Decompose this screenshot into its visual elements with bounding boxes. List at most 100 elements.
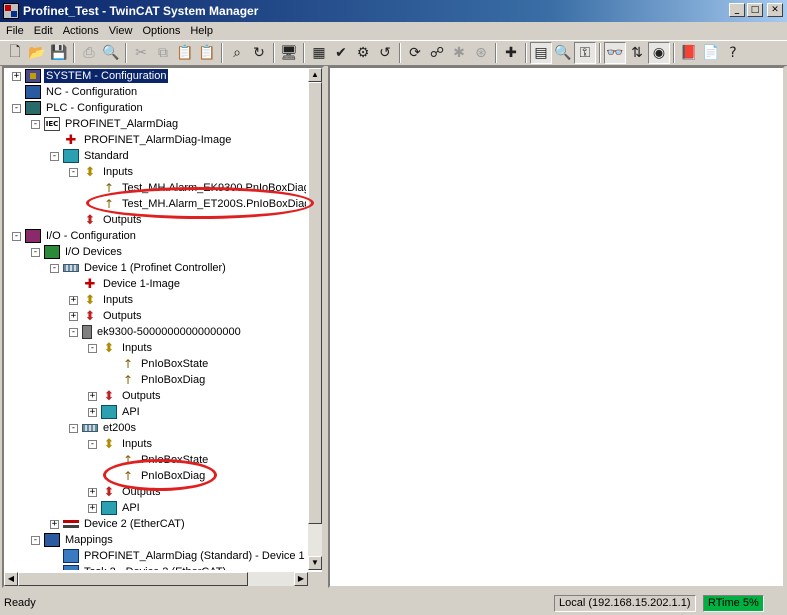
inputs-icon: ⬍ xyxy=(84,164,96,180)
tree-vertical-scrollbar[interactable]: ▲ ▼ xyxy=(308,68,322,570)
tree-item[interactable]: + ⬍ Inputs xyxy=(69,292,135,308)
menu-edit[interactable]: Edit xyxy=(29,25,58,37)
collapse-icon[interactable]: - xyxy=(12,103,21,113)
menu-help[interactable]: Help xyxy=(185,25,218,37)
status-bar: Ready Local (192.168.15.202.1.1) RTime 5… xyxy=(0,592,787,615)
collapse-icon[interactable]: - xyxy=(50,151,59,161)
horizontal-scroll-thumb[interactable] xyxy=(18,572,248,586)
menu-file[interactable]: File xyxy=(0,25,29,37)
docs-icon[interactable]: 📄 xyxy=(700,42,722,64)
copy-icon[interactable]: ⧉ xyxy=(152,42,174,64)
activate-configuration-icon[interactable]: ⚙ xyxy=(352,42,374,64)
collapse-icon[interactable]: - xyxy=(88,343,97,353)
check-configuration-icon[interactable]: ✔ xyxy=(330,42,352,64)
scroll-down-button[interactable]: ▼ xyxy=(308,556,322,570)
tree-item[interactable]: - Mappings xyxy=(31,532,115,548)
tree-item[interactable]: Task 2 - Device 2 (EtherCAT) xyxy=(50,564,228,570)
collapse-icon[interactable]: - xyxy=(69,327,78,337)
online-view-icon[interactable]: 👓 xyxy=(604,42,626,64)
find-next-icon[interactable]: ↻ xyxy=(248,42,270,64)
scroll-left-button[interactable]: ◀ xyxy=(4,572,18,586)
tree-item[interactable]: - Device 1 (Profinet Controller) xyxy=(50,260,228,276)
tree-item[interactable]: + SYSTEM - Configuration xyxy=(12,68,169,84)
expand-icon[interactable]: + xyxy=(88,503,97,513)
paste-special-icon[interactable]: 📋 xyxy=(196,42,218,64)
expand-icon[interactable]: + xyxy=(69,295,78,305)
expand-icon[interactable]: + xyxy=(50,519,59,529)
generate-mappings-icon[interactable]: ▦ xyxy=(308,42,330,64)
zoom-icon[interactable]: 🔍 xyxy=(552,42,574,64)
menu-actions[interactable]: Actions xyxy=(58,25,104,37)
detail-pane[interactable] xyxy=(328,66,785,588)
tree-item-label: Device 1-Image xyxy=(103,278,181,290)
tree-item[interactable]: - ⬍ Inputs xyxy=(69,164,135,180)
expand-icon[interactable]: + xyxy=(88,407,97,417)
tree-item[interactable]: + ⬍ Outputs xyxy=(69,308,144,324)
tree-item[interactable]: + API xyxy=(88,500,142,516)
collapse-icon[interactable]: - xyxy=(88,439,97,449)
tree-item[interactable]: PROFINET_AlarmDiag (Standard) - Device 1… xyxy=(50,548,306,564)
tree-horizontal-scrollbar[interactable]: ◀ ▶ xyxy=(4,572,308,586)
tree-item[interactable]: ↑ PnIoBoxDiag xyxy=(107,372,207,388)
save-icon[interactable]: 💾 xyxy=(48,42,70,64)
tree-item[interactable]: - Standard xyxy=(50,148,131,164)
expand-icon[interactable]: + xyxy=(88,391,97,401)
collapse-icon[interactable]: - xyxy=(69,167,78,177)
tree-item-label: Inputs xyxy=(122,438,152,450)
page-view-icon[interactable]: ▤ xyxy=(530,42,552,64)
tree-item[interactable]: NC - Configuration xyxy=(12,84,139,100)
collapse-icon[interactable]: - xyxy=(31,247,40,257)
minimize-button[interactable]: _ xyxy=(729,3,745,17)
tree-item[interactable]: - ek9300-50000000000000000 xyxy=(69,324,243,340)
tree-item[interactable]: - ⬍ Inputs xyxy=(88,340,154,356)
tree-item[interactable]: - ⬍ Inputs xyxy=(88,436,154,452)
tree-item[interactable]: ↑ PnIoBoxState xyxy=(107,356,210,372)
paste-icon[interactable]: 📋 xyxy=(174,42,196,64)
print-preview-icon[interactable]: 🔍 xyxy=(100,42,122,64)
find-icon[interactable]: ⌕ xyxy=(226,42,248,64)
reload-icon[interactable]: ⊛ xyxy=(470,42,492,64)
tree-item[interactable]: + ⬍ Outputs xyxy=(88,388,163,404)
tree-item[interactable]: + Device 2 (EtherCAT) xyxy=(50,516,187,532)
scroll-up-button[interactable]: ▲ xyxy=(308,68,322,82)
tree-item-label: Inputs xyxy=(103,166,133,178)
scan-icon[interactable]: ✱ xyxy=(448,42,470,64)
expand-icon[interactable]: + xyxy=(12,71,21,81)
watch-icon[interactable]: ◉ xyxy=(648,42,670,64)
restart-icon[interactable]: ↺ xyxy=(374,42,396,64)
tree-item[interactable]: - I/O Devices xyxy=(31,244,124,260)
tree-item[interactable]: ✚ Device 1-Image xyxy=(69,276,182,292)
tree-item[interactable]: - PLC - Configuration xyxy=(12,100,145,116)
tree-item[interactable]: ✚ PROFINET_AlarmDiag-Image xyxy=(50,132,233,148)
tree-item[interactable]: + API xyxy=(88,404,142,420)
free-run-icon[interactable]: ☍ xyxy=(426,42,448,64)
tree-item-label: PLC - Configuration xyxy=(46,102,143,114)
force-icon[interactable]: ⇅ xyxy=(626,42,648,64)
scroll-right-button[interactable]: ▶ xyxy=(294,572,308,586)
cut-icon[interactable]: ✂ xyxy=(130,42,152,64)
maximize-button[interactable]: □ xyxy=(747,3,763,17)
target-system-icon[interactable]: 🖥 xyxy=(278,42,300,64)
show-variables-icon[interactable]: ⚿ xyxy=(574,42,596,64)
tree-item[interactable]: - IEC PROFINET_AlarmDiag xyxy=(31,116,180,132)
tree-item[interactable]: - I/O - Configuration xyxy=(12,228,138,244)
collapse-icon[interactable]: - xyxy=(31,119,40,129)
menu-view[interactable]: View xyxy=(104,25,138,37)
collapse-icon[interactable]: - xyxy=(50,263,59,273)
close-button[interactable]: ✕ xyxy=(767,3,783,17)
collapse-icon[interactable]: - xyxy=(12,231,21,241)
expand-icon[interactable]: + xyxy=(69,311,78,321)
open-icon[interactable]: 📂 xyxy=(26,42,48,64)
vertical-scroll-thumb[interactable] xyxy=(308,82,322,524)
book-icon[interactable]: 📕 xyxy=(678,42,700,64)
config-mode-icon[interactable]: ⟳ xyxy=(404,42,426,64)
collapse-icon[interactable]: - xyxy=(31,535,40,545)
help-icon[interactable]: ? xyxy=(722,42,744,64)
menu-options[interactable]: Options xyxy=(137,25,185,37)
tree-item[interactable]: - et200s xyxy=(69,420,138,436)
collapse-icon[interactable]: - xyxy=(69,423,78,433)
add-icon[interactable]: ✚ xyxy=(500,42,522,64)
new-icon[interactable]: 🗋 xyxy=(4,42,26,64)
expand-icon[interactable]: + xyxy=(88,487,97,497)
print-icon[interactable]: ⎙ xyxy=(78,42,100,64)
